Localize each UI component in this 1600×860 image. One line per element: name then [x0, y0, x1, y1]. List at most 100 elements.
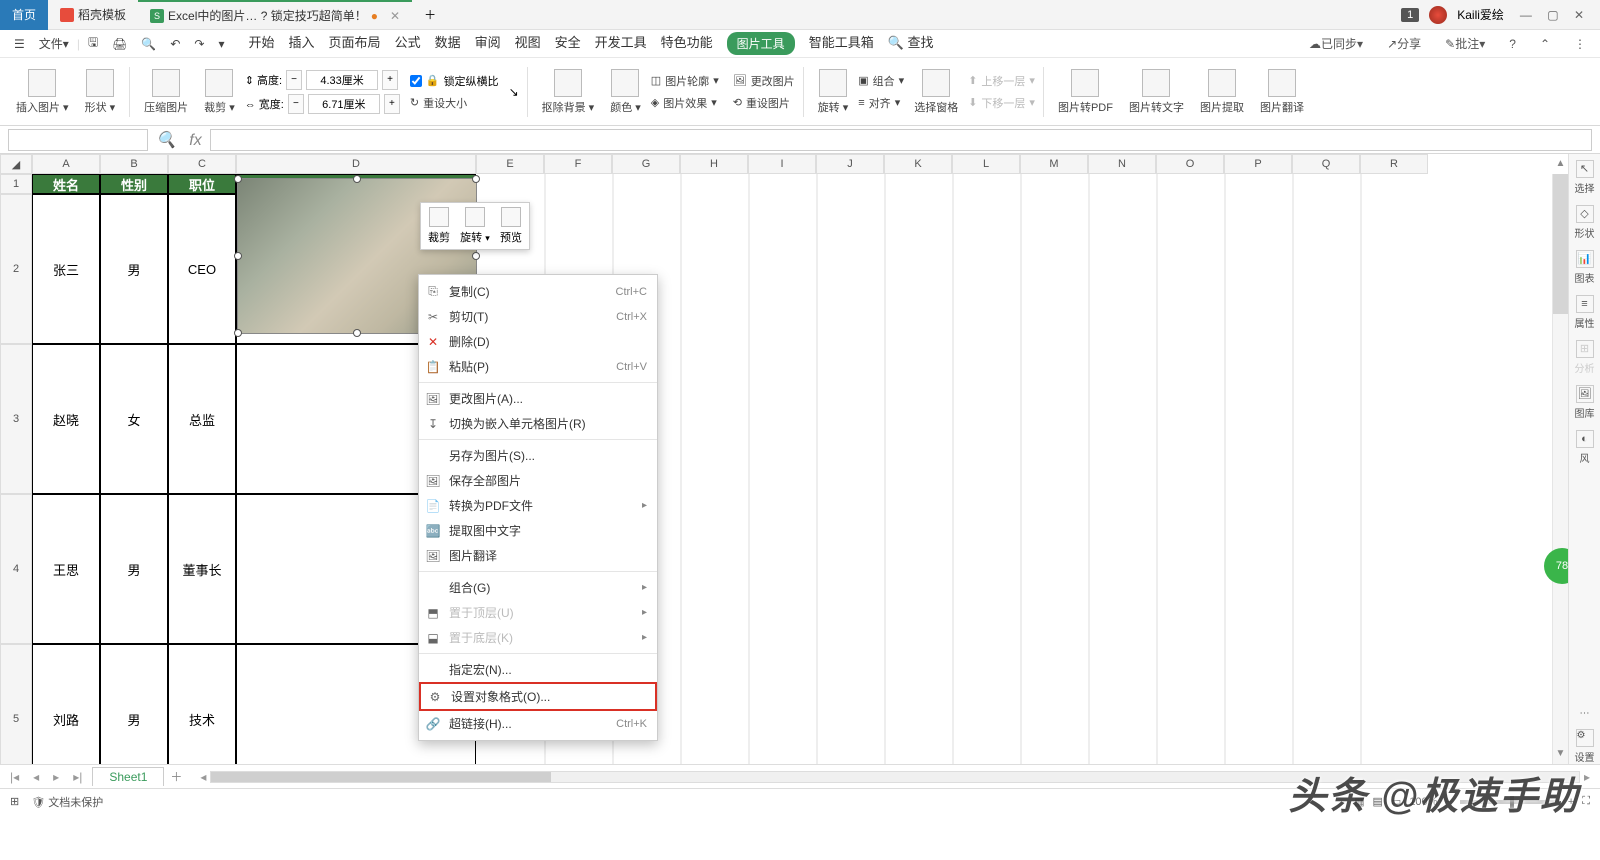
- mini-rotate-button[interactable]: 旋转 ▾: [457, 203, 493, 249]
- view-reading-icon[interactable]: ▭: [1391, 795, 1401, 808]
- rotate-button[interactable]: 旋转 ▾: [812, 69, 855, 115]
- tab-nav-first[interactable]: |◂: [6, 770, 23, 784]
- user-name[interactable]: Kaili爱绘: [1457, 6, 1504, 23]
- column-header[interactable]: R: [1360, 154, 1428, 174]
- ribbon-tab[interactable]: 公式: [395, 32, 421, 55]
- width-input[interactable]: [308, 94, 380, 114]
- context-menu-item[interactable]: 🖼图片翻译: [419, 543, 657, 568]
- close-window-icon[interactable]: ✕: [1568, 8, 1590, 22]
- review-button[interactable]: ✎ 批注 ▾: [1439, 32, 1491, 55]
- vertical-scrollbar[interactable]: ▲ ▼: [1552, 174, 1568, 764]
- pic-to-pdf-button[interactable]: 图片转PDF: [1052, 69, 1119, 115]
- tab-template[interactable]: 稻壳模板: [48, 0, 138, 30]
- tab-nav-last[interactable]: ▸|: [69, 770, 86, 784]
- ribbon-tab[interactable]: 特色功能: [661, 32, 713, 55]
- select-all-corner[interactable]: ◢: [0, 154, 32, 174]
- ribbon-tab[interactable]: 数据: [435, 32, 461, 55]
- preview-icon[interactable]: 🔍: [135, 34, 162, 54]
- change-picture-button[interactable]: 🖼 更改图片: [733, 73, 795, 89]
- view-page-icon[interactable]: ▤: [1372, 795, 1382, 808]
- collapse-ribbon-icon[interactable]: ⌃: [1534, 34, 1556, 54]
- ribbon-tab[interactable]: 开始: [249, 32, 275, 55]
- side-panel-settings[interactable]: ⚙设置: [1575, 729, 1595, 764]
- cell[interactable]: 总监: [168, 344, 236, 494]
- notification-badge[interactable]: 1: [1401, 8, 1419, 22]
- color-button[interactable]: 颜色 ▾: [604, 69, 647, 115]
- send-backward-button[interactable]: ⬇ 下移一层 ▾: [968, 95, 1035, 111]
- row-header[interactable]: 5: [0, 644, 32, 764]
- context-menu-item[interactable]: 另存为图片(S)...: [419, 443, 657, 468]
- ribbon-tab[interactable]: 视图: [515, 32, 541, 55]
- redo-icon[interactable]: ↷: [188, 34, 210, 54]
- cell[interactable]: 男: [100, 194, 168, 344]
- column-header[interactable]: I: [748, 154, 816, 174]
- cell[interactable]: 男: [100, 494, 168, 644]
- zoom-in-button[interactable]: +: [1568, 796, 1574, 808]
- column-header[interactable]: E: [476, 154, 544, 174]
- context-menu-item[interactable]: 📋粘贴(P)Ctrl+V: [419, 354, 657, 379]
- close-tab-icon[interactable]: ✕: [390, 9, 400, 23]
- cell[interactable]: 女: [100, 344, 168, 494]
- cell[interactable]: CEO: [168, 194, 236, 344]
- remove-background-button[interactable]: 抠除背景 ▾: [536, 69, 601, 115]
- column-header[interactable]: O: [1156, 154, 1224, 174]
- ribbon-tab[interactable]: 🔍 查找: [888, 32, 934, 55]
- height-input[interactable]: [306, 70, 378, 90]
- app-menu-icon[interactable]: ☰: [8, 34, 31, 54]
- print-icon[interactable]: 🖨: [106, 34, 133, 54]
- cell[interactable]: 职位: [168, 174, 236, 194]
- share-button[interactable]: ↗ 分享: [1381, 32, 1427, 55]
- context-menu-item[interactable]: 组合(G)▸: [419, 575, 657, 600]
- compress-picture-button[interactable]: 压缩图片: [138, 69, 194, 115]
- cell[interactable]: 王思: [32, 494, 100, 644]
- shapes-button[interactable]: 形状 ▾: [79, 69, 122, 115]
- column-header[interactable]: G: [612, 154, 680, 174]
- cell[interactable]: 技术: [168, 644, 236, 764]
- sync-status[interactable]: ☁ 已同步 ▾: [1303, 32, 1369, 55]
- maximize-icon[interactable]: ▢: [1541, 8, 1564, 22]
- row-header[interactable]: 4: [0, 494, 32, 644]
- more-icon[interactable]: ⋮: [1568, 34, 1592, 54]
- column-header[interactable]: P: [1224, 154, 1292, 174]
- mini-preview-button[interactable]: 预览: [493, 203, 529, 249]
- height-decrease[interactable]: −: [286, 70, 302, 90]
- column-header[interactable]: K: [884, 154, 952, 174]
- cell[interactable]: 男: [100, 644, 168, 764]
- context-menu-item[interactable]: 指定宏(N)...: [419, 657, 657, 682]
- horizontal-scrollbar[interactable]: ◂ ▸: [196, 770, 1594, 784]
- column-header[interactable]: D: [236, 154, 476, 174]
- context-menu-item[interactable]: ↧切换为嵌入单元格图片(R): [419, 411, 657, 436]
- sheet-tab[interactable]: Sheet1: [92, 767, 164, 786]
- horizontal-scroll-thumb[interactable]: [211, 772, 551, 782]
- context-menu-item[interactable]: ⚙设置对象格式(O)...: [419, 682, 657, 711]
- user-avatar-icon[interactable]: [1429, 6, 1447, 24]
- context-menu-item[interactable]: ✂剪切(T)Ctrl+X: [419, 304, 657, 329]
- mini-crop-button[interactable]: 裁剪: [421, 203, 457, 249]
- side-panel-item[interactable]: 📊图表: [1575, 250, 1595, 285]
- cell[interactable]: 性别: [100, 174, 168, 194]
- ribbon-tab[interactable]: 审阅: [475, 32, 501, 55]
- side-panel-item[interactable]: ↖选择: [1575, 160, 1595, 195]
- help-icon[interactable]: ?: [1503, 34, 1522, 54]
- column-header[interactable]: C: [168, 154, 236, 174]
- side-panel-item[interactable]: ◐风: [1576, 430, 1594, 465]
- lock-aspect-checkbox[interactable]: 🔒 锁定纵横比: [410, 73, 499, 89]
- insert-picture-button[interactable]: 插入图片 ▾: [10, 69, 75, 115]
- ribbon-tab[interactable]: 智能工具箱: [809, 32, 874, 55]
- ribbon-tab[interactable]: 图片工具: [727, 32, 795, 55]
- width-decrease[interactable]: −: [288, 94, 304, 114]
- cell[interactable]: 董事长: [168, 494, 236, 644]
- selection-pane-button[interactable]: 选择窗格: [908, 69, 964, 115]
- ribbon-tab[interactable]: 页面布局: [329, 32, 381, 55]
- column-header[interactable]: N: [1088, 154, 1156, 174]
- view-normal-icon[interactable]: ▦: [1354, 795, 1364, 808]
- context-menu-item[interactable]: 📄转换为PDF文件▸: [419, 493, 657, 518]
- side-panel-item[interactable]: ⊞分析: [1575, 340, 1595, 375]
- column-header[interactable]: J: [816, 154, 884, 174]
- ribbon-tab[interactable]: 插入: [289, 32, 315, 55]
- column-header[interactable]: M: [1020, 154, 1088, 174]
- reset-size-button[interactable]: ↻ 重设大小: [410, 95, 499, 111]
- height-increase[interactable]: +: [382, 70, 398, 90]
- reset-picture-button[interactable]: ⟲ 重设图片: [733, 95, 795, 111]
- side-panel-item[interactable]: ◇形状: [1575, 205, 1595, 240]
